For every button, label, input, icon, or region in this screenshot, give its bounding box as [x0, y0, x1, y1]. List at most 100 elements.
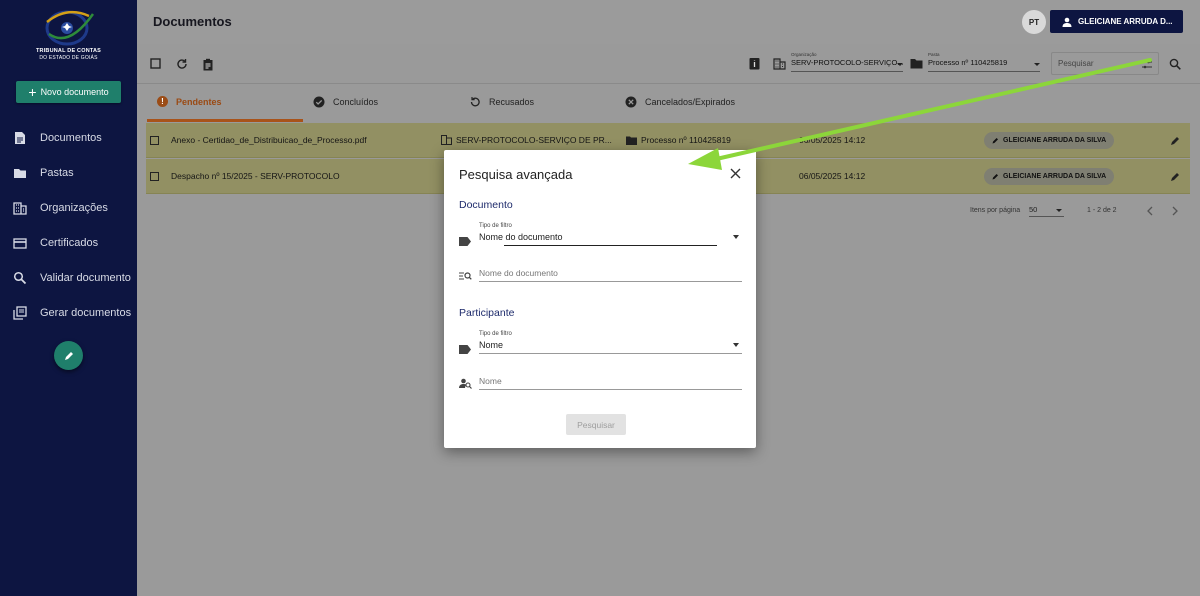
sidebar-nav: Documentos Pastas Organizações Certifica…: [0, 120, 137, 330]
tab-concluidos[interactable]: Concluídos: [313, 96, 378, 108]
tab-pendentes[interactable]: ! Pendentes: [157, 96, 222, 107]
sign-fab-button[interactable]: [54, 341, 83, 370]
focused-underline: [504, 245, 717, 247]
refresh-button[interactable]: [176, 58, 188, 70]
tab-cancelados-expirados[interactable]: Cancelados/Expirados: [625, 96, 735, 108]
tab-label: Cancelados/Expirados: [645, 97, 736, 107]
select-all-checkbox[interactable]: [150, 58, 161, 69]
filter-type-value: Nome: [479, 340, 504, 350]
clipboard-button[interactable]: [202, 58, 214, 71]
pen-icon: [1171, 173, 1179, 181]
pen-icon: [992, 174, 998, 180]
top-header: Documentos PT GLEICIANE ARRUDA D...: [137, 0, 1200, 44]
organization-underline: [791, 71, 903, 72]
chevron-left-icon: [1147, 206, 1153, 216]
sidebar-item-label: Certificados: [40, 236, 99, 249]
dialog-title: Pesquisa avançada: [459, 167, 573, 182]
document-name: Anexo - Certidao_de_Distribuicao_de_Proc…: [171, 135, 367, 145]
sidebar-item-label: Documentos: [40, 131, 102, 144]
filter-settings-icon[interactable]: [1142, 60, 1152, 69]
search-placeholder: Pesquisar: [1058, 59, 1094, 68]
sidebar-item-organizacoes[interactable]: Organizações: [0, 190, 137, 225]
participant-name-input[interactable]: Nome: [479, 376, 742, 390]
folder-icon: [910, 59, 923, 69]
input-underline: [479, 353, 742, 354]
alert-icon: !: [157, 96, 168, 107]
text-search-icon-wrap: [459, 271, 472, 281]
search-input[interactable]: Pesquisar: [1051, 52, 1159, 75]
tab-label: Pendentes: [176, 96, 222, 107]
tce-emblem-icon: [45, 10, 94, 46]
chevron-right-icon: [1172, 206, 1178, 216]
row-organization: SERV-PROTOCOLO-SERVIÇO DE PR...: [441, 135, 612, 145]
section-documento: Documento: [459, 199, 513, 211]
new-document-button[interactable]: + Novo documento: [16, 81, 121, 103]
sidebar-item-certificados[interactable]: Certificados: [0, 225, 137, 260]
folder-select[interactable]: Pasta Processo nº 110425819: [928, 52, 1040, 72]
refresh-icon: [177, 59, 187, 69]
chevron-down-icon: [1056, 209, 1062, 212]
user-icon: [1062, 17, 1072, 27]
chevron-down-icon: [733, 343, 739, 347]
sidebar-item-label: Gerar documentos: [40, 306, 132, 319]
row-folder: Processo nº 110425819: [626, 135, 731, 145]
signer-chip[interactable]: GLEICIANE ARRUDA DA SILVA: [984, 168, 1115, 185]
sidebar-item-documentos[interactable]: Documentos: [0, 120, 137, 155]
row-date: 06/05/2025 14:12: [799, 171, 866, 181]
document-name: Despacho nº 15/2025 - SERV-PROTOCOLO: [171, 171, 340, 181]
section-participante: Participante: [459, 307, 515, 319]
next-page-button[interactable]: [1171, 206, 1179, 216]
close-icon: [730, 168, 741, 179]
toolbar: Organização SERV-PROTOCOLO-SERVIÇO... Pa…: [137, 44, 1200, 84]
tab-label: Concluídos: [333, 97, 379, 107]
input-underline: [479, 389, 742, 390]
search-button[interactable]: [1169, 58, 1181, 70]
signer-chip[interactable]: GLEICIANE ARRUDA DA SILVA: [984, 132, 1115, 149]
chevron-down-icon: [897, 63, 903, 66]
sign-row-button[interactable]: [1170, 135, 1181, 146]
signer-name: GLEICIANE ARRUDA DA SILVA: [1003, 137, 1107, 144]
search-check-icon: [13, 271, 27, 284]
sidebar-item-gerar-documentos[interactable]: Gerar documentos: [0, 295, 137, 330]
sidebar-item-label: Pastas: [40, 166, 74, 179]
folder-underline: [928, 71, 1040, 72]
document-name-placeholder: Nome do documento: [479, 268, 558, 278]
new-document-label: Novo documento: [40, 87, 109, 97]
person-search-icon-wrap: [459, 378, 472, 389]
pen-icon: [1171, 137, 1179, 145]
sidebar-item-validar-documento[interactable]: Validar documento: [0, 260, 137, 295]
label-icon: [459, 345, 471, 354]
row-folder-text: Processo nº 110425819: [641, 135, 731, 145]
clipboard-icon: [203, 58, 213, 71]
language-button[interactable]: PT: [1022, 10, 1046, 34]
sign-row-button[interactable]: [1170, 171, 1181, 182]
page-size-value: 50: [1029, 205, 1038, 214]
row-checkbox[interactable]: [150, 136, 159, 145]
sidebar-item-pastas[interactable]: Pastas: [0, 155, 137, 190]
user-menu-button[interactable]: GLEICIANE ARRUDA D...: [1050, 10, 1183, 33]
tab-recusados[interactable]: Recusados: [469, 96, 534, 108]
building-icon: [441, 135, 452, 145]
tab-label: Recusados: [489, 97, 535, 107]
user-name: GLEICIANE ARRUDA D...: [1078, 17, 1173, 26]
label-icon: [459, 237, 471, 246]
page-title: Documentos: [153, 14, 232, 29]
logo-line1: TRIBUNAL DE CONTAS: [35, 48, 102, 54]
prev-page-button[interactable]: [1146, 206, 1154, 216]
folder-value: Processo nº 110425819: [928, 58, 1008, 67]
organization-icon: [773, 58, 786, 70]
row-checkbox[interactable]: [150, 172, 159, 181]
folder-icon: [14, 168, 26, 178]
sidebar-item-label: Organizações: [40, 201, 108, 214]
participant-filter-type-select[interactable]: Tipo de filtro Nome: [479, 331, 742, 354]
status-tabs: ! Pendentes Concluídos Recusados Cancela…: [137, 84, 1200, 122]
page-size-select[interactable]: 50: [1029, 205, 1064, 217]
document-filter-type-select[interactable]: Tipo de filtro Nome do documento: [479, 223, 742, 247]
organization-select[interactable]: Organização SERV-PROTOCOLO-SERVIÇO...: [791, 52, 904, 72]
info-button[interactable]: [749, 57, 760, 70]
close-button[interactable]: [730, 168, 741, 179]
document-name-input[interactable]: Nome do documento: [479, 268, 742, 282]
organization-value: SERV-PROTOCOLO-SERVIÇO...: [791, 58, 904, 67]
submit-search-button[interactable]: Pesquisar: [566, 414, 626, 435]
document-icon: [15, 131, 25, 144]
